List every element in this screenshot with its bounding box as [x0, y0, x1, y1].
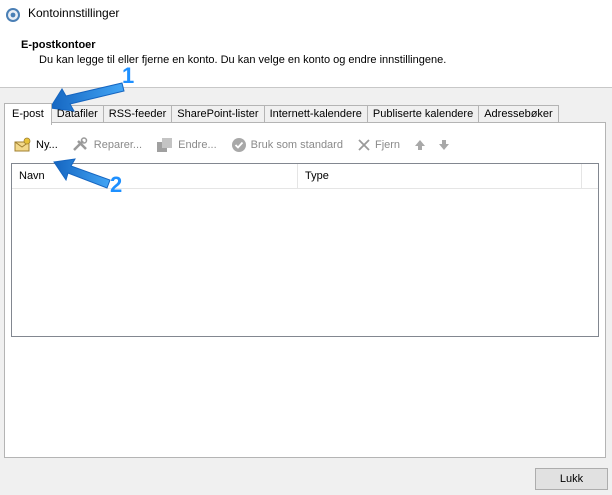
set-default-button-label: Bruk som standard: [250, 139, 343, 151]
tab-e-post[interactable]: E-post: [4, 103, 52, 125]
change-button[interactable]: Endre...: [156, 137, 217, 153]
check-circle-icon: [231, 138, 246, 152]
account-list[interactable]: Navn Type: [11, 163, 599, 337]
list-header: Navn Type: [12, 164, 598, 189]
arrow-up-icon: [415, 140, 426, 150]
window-title: Kontoinnstillinger: [28, 6, 120, 20]
edit-icon: [157, 138, 173, 152]
move-down-button[interactable]: [438, 139, 450, 151]
column-header-name[interactable]: Navn: [12, 164, 298, 189]
change-button-label: Endre...: [178, 139, 217, 151]
header-description: Du kan legge til eller fjerne en konto. …: [39, 54, 447, 66]
close-button[interactable]: Lukk: [535, 468, 608, 490]
x-icon: [358, 139, 370, 151]
new-button-label: Ny...: [36, 139, 58, 151]
remove-button[interactable]: Fjern: [357, 138, 400, 152]
new-mail-icon: [14, 137, 31, 152]
callout-number-1: 1: [122, 63, 135, 88]
dialog-header: E-postkontoer Du kan legge til eller fje…: [0, 30, 612, 88]
header-title: E-postkontoer: [21, 39, 96, 51]
tools-icon: [72, 137, 88, 151]
toolbar: Ny... Reparer... Endre... Bruk som stand…: [14, 135, 462, 155]
arrow-down-icon: [439, 140, 450, 150]
callout-number-2: 2: [110, 172, 123, 197]
new-button[interactable]: Ny...: [14, 137, 58, 153]
move-up-button[interactable]: [414, 139, 426, 151]
repair-button[interactable]: Reparer...: [72, 137, 142, 153]
account-settings-icon: [6, 8, 20, 22]
account-settings-window: Kontoinnstillinger E-postkontoer Du kan …: [0, 0, 612, 495]
column-header-type[interactable]: Type: [298, 164, 582, 189]
tab-strip: E-post Datafiler RSS-feeder SharePoint-l…: [4, 103, 559, 125]
set-default-button[interactable]: Bruk som standard: [231, 137, 343, 153]
repair-button-label: Reparer...: [93, 139, 143, 151]
title-bar: Kontoinnstillinger: [0, 0, 612, 30]
email-tab-panel: Ny... Reparer... Endre... Bruk som stand…: [4, 122, 606, 458]
remove-button-label: Fjern: [374, 139, 401, 151]
